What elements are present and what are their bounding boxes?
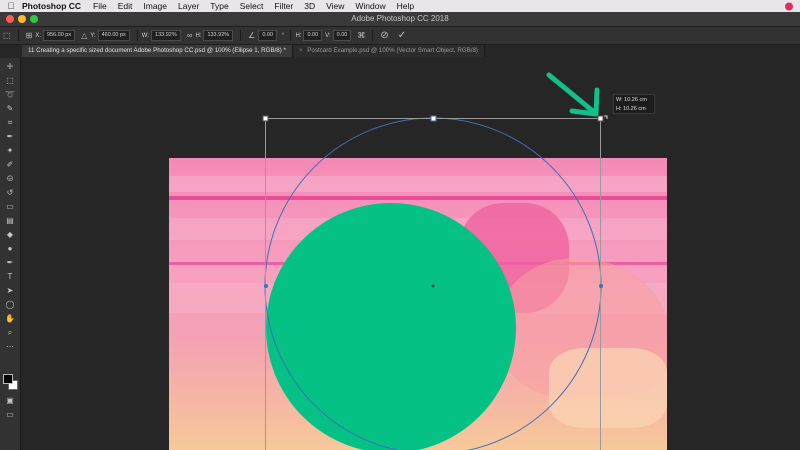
anchor-point-left[interactable] xyxy=(264,284,268,288)
reference-point-center[interactable] xyxy=(431,284,435,288)
transform-handle-top-right[interactable] xyxy=(597,115,604,122)
scale-cursor-icon xyxy=(604,115,608,119)
transform-size-tooltip: W: 10.26 cm H: 10.26 cm xyxy=(613,94,655,114)
tooltip-width: W: 10.26 cm xyxy=(616,97,647,103)
arrow-pointer-icon xyxy=(546,72,600,117)
anchor-point-right[interactable] xyxy=(599,284,603,288)
transform-handle-top-left[interactable] xyxy=(262,115,269,122)
green-ellipse[interactable] xyxy=(266,203,516,450)
transform-handle-top[interactable] xyxy=(430,115,437,122)
tooltip-height: H: 10.26 cm xyxy=(616,106,646,112)
transform-overlay xyxy=(262,72,608,450)
